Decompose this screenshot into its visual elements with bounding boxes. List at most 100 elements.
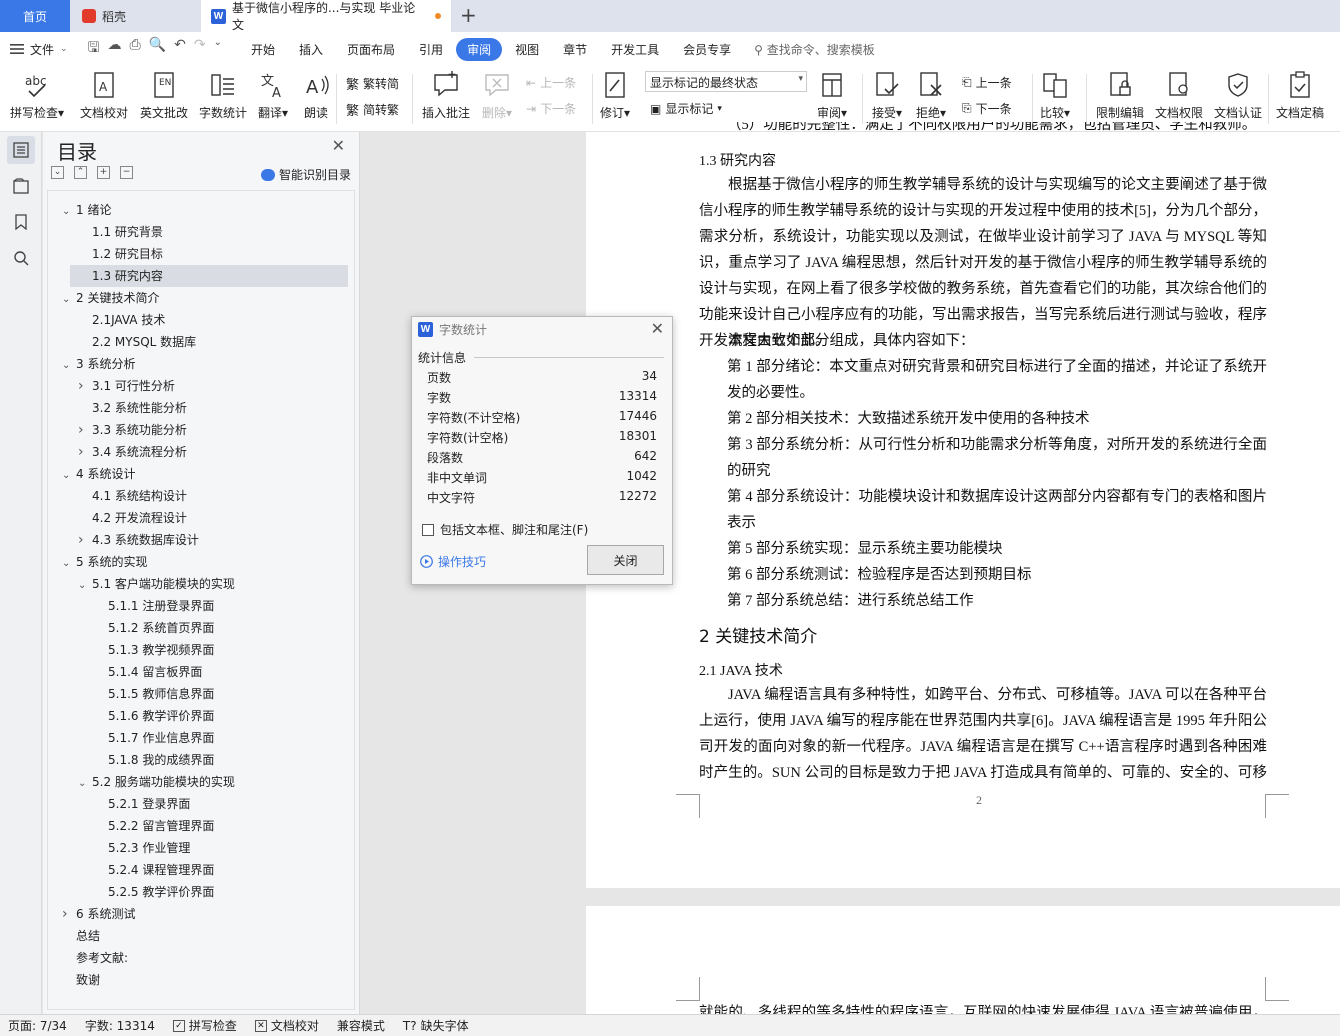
spell-check-status[interactable]: ✓ 拼写检查 bbox=[172, 1017, 237, 1034]
print-preview-icon[interactable]: 🔍 bbox=[149, 37, 166, 61]
navigation-icon[interactable] bbox=[7, 172, 35, 200]
reject-button[interactable]: 拒绝▾ bbox=[916, 70, 946, 121]
close-icon[interactable]: ✕ bbox=[332, 136, 345, 155]
toc-item[interactable]: 5.1.3 教学视频界面 bbox=[48, 639, 214, 661]
toc-item[interactable]: 5.2.4 课程管理界面 bbox=[48, 859, 214, 881]
search-icon[interactable] bbox=[7, 244, 35, 272]
chevron-right-icon[interactable]: › bbox=[78, 529, 92, 551]
chevron-down-icon[interactable]: ⌄ bbox=[62, 289, 76, 311]
toc-item[interactable]: 5.2.2 留言管理界面 bbox=[48, 815, 214, 837]
toc-item[interactable]: 2.1JAVA 技术 bbox=[48, 309, 165, 331]
chevron-down-icon[interactable]: ⌄ bbox=[78, 575, 92, 597]
chevron-down-icon[interactable]: ⌄ bbox=[62, 355, 76, 377]
remove-heading-icon[interactable]: − bbox=[120, 166, 133, 179]
menu-item[interactable]: 视图 bbox=[504, 38, 550, 61]
tab-home[interactable]: 首页 bbox=[0, 0, 70, 32]
word-count-button[interactable]: 字数统计 bbox=[199, 70, 247, 121]
collapse-all-icon[interactable]: ⌄ bbox=[51, 166, 64, 179]
command-search[interactable]: ⚲ 查找命令、搜索模板 bbox=[754, 41, 875, 58]
close-dialog-button[interactable]: 关闭 bbox=[587, 545, 664, 575]
tips-link[interactable]: 操作技巧 bbox=[420, 553, 486, 570]
bookmark-icon[interactable] bbox=[7, 208, 35, 236]
toc-item[interactable]: 5.2.3 作业管理 bbox=[48, 837, 190, 859]
chevron-right-icon[interactable]: › bbox=[62, 903, 76, 925]
show-markup-button[interactable]: ▣ 显示标记 ▾ bbox=[650, 100, 722, 117]
toc-item[interactable]: › 3.1 可行性分析 bbox=[48, 375, 175, 397]
toc-item[interactable]: ⌄ 4 系统设计 bbox=[48, 463, 135, 485]
tab-daoke[interactable]: 稻壳 bbox=[72, 0, 200, 32]
markup-state-select[interactable]: 显示标记的最终状态 ▾ bbox=[645, 71, 807, 92]
toc-item[interactable]: 1.2 研究目标 bbox=[48, 243, 163, 265]
chevron-right-icon[interactable]: › bbox=[78, 419, 92, 441]
compat-mode-status[interactable]: 兼容模式 bbox=[337, 1017, 385, 1034]
toc-item[interactable]: 1.3 研究内容 bbox=[70, 265, 348, 287]
revise-button[interactable]: 修订▾ bbox=[600, 70, 630, 121]
toc-item[interactable]: ⌄ 5.1 客户端功能模块的实现 bbox=[48, 573, 235, 595]
toc-item[interactable]: 4.2 开发流程设计 bbox=[48, 507, 187, 529]
save-icon[interactable]: 🖫 bbox=[88, 37, 100, 61]
menu-item[interactable]: 会员专享 bbox=[672, 38, 742, 61]
redo-icon[interactable]: ↷ bbox=[194, 37, 206, 61]
proof-status[interactable]: ✕ 文档校对 bbox=[254, 1017, 319, 1034]
smart-toc-button[interactable]: 智能识别目录 bbox=[260, 166, 351, 183]
add-heading-icon[interactable]: + bbox=[97, 166, 110, 179]
english-review-button[interactable]: EN 英文批改 bbox=[140, 70, 188, 121]
translate-button[interactable]: 文A 翻译▾ bbox=[258, 70, 288, 121]
restrict-edit-button[interactable]: 限制编辑 bbox=[1096, 70, 1144, 121]
menu-item[interactable]: 章节 bbox=[552, 38, 598, 61]
toc-item[interactable]: ⌄ 3 系统分析 bbox=[48, 353, 135, 375]
toc-item[interactable]: 5.1.5 教师信息界面 bbox=[48, 683, 214, 705]
menu-item[interactable]: 开始 bbox=[240, 38, 286, 61]
chevron-down-icon[interactable]: ⌄ bbox=[62, 553, 76, 575]
menu-item[interactable]: 引用 bbox=[408, 38, 454, 61]
menu-item[interactable]: 开发工具 bbox=[600, 38, 670, 61]
prev-change-button[interactable]: ⎗ 上一条 bbox=[962, 74, 1012, 91]
next-comment-button[interactable]: ⇥ 下一条 bbox=[526, 100, 576, 117]
toc-item[interactable]: 5.2.5 教学评价界面 bbox=[48, 881, 214, 903]
page-indicator[interactable]: 页面: 7/34 bbox=[8, 1017, 67, 1034]
chevron-right-icon[interactable]: › bbox=[78, 375, 92, 397]
toc-item[interactable]: 5.1.6 教学评价界面 bbox=[48, 705, 214, 727]
toc-item[interactable]: 致谢 bbox=[48, 969, 100, 991]
doc-finalize-button[interactable]: 文档定稿 bbox=[1276, 70, 1324, 121]
toc-item[interactable]: › 6 系统测试 bbox=[48, 903, 135, 925]
toc-item[interactable]: ⌄ 5.2 服务端功能模块的实现 bbox=[48, 771, 235, 793]
file-menu[interactable]: 文件 ⌄ bbox=[0, 41, 78, 58]
expand-all-icon[interactable]: ⌃ bbox=[74, 166, 87, 179]
toc-item[interactable]: 4.1 系统结构设计 bbox=[48, 485, 187, 507]
missing-font-status[interactable]: T? 缺失字体 bbox=[403, 1017, 469, 1034]
undo-icon[interactable]: ↶ bbox=[174, 37, 186, 61]
delete-comment-button[interactable]: 删除▾ bbox=[482, 70, 512, 121]
accept-button[interactable]: 接受▾ bbox=[872, 70, 902, 121]
toc-item[interactable]: › 4.3 系统数据库设计 bbox=[48, 529, 199, 551]
toc-item[interactable]: 2.2 MYSQL 数据库 bbox=[48, 331, 196, 353]
word-count-status[interactable]: 字数: 13314 bbox=[85, 1017, 155, 1034]
menu-item[interactable]: 页面布局 bbox=[336, 38, 406, 61]
menu-item[interactable]: 审阅 bbox=[456, 37, 503, 61]
print-icon[interactable]: ⎙ bbox=[130, 37, 141, 61]
simp-to-trad-button[interactable]: 繁 简转繁 bbox=[346, 100, 399, 119]
chevron-down-icon[interactable]: ⌄ bbox=[62, 465, 76, 487]
new-tab-icon[interactable]: + bbox=[460, 3, 477, 27]
cloud-icon[interactable]: ☁ bbox=[108, 37, 122, 61]
menu-item[interactable]: 插入 bbox=[288, 38, 334, 61]
toc-item[interactable]: ⌄ 5 系统的实现 bbox=[48, 551, 147, 573]
toc-panel-icon[interactable] bbox=[7, 136, 35, 164]
doc-certify-button[interactable]: 文档认证 bbox=[1214, 70, 1262, 121]
customize-icon[interactable]: ⌄ bbox=[214, 37, 222, 61]
toc-item[interactable]: 5.1.2 系统首页界面 bbox=[48, 617, 214, 639]
toc-item[interactable]: 5.2.1 登录界面 bbox=[48, 793, 190, 815]
toc-item[interactable]: › 3.4 系统流程分析 bbox=[48, 441, 187, 463]
trad-to-simp-button[interactable]: 繁 繁转简 bbox=[346, 74, 399, 93]
include-textbox-checkbox[interactable]: 包括文本框、脚注和尾注(F) bbox=[422, 521, 588, 538]
toc-item[interactable]: 3.2 系统性能分析 bbox=[48, 397, 187, 419]
toc-item[interactable]: 5.1.8 我的成绩界面 bbox=[48, 749, 214, 771]
review-pane-button[interactable]: 审阅▾ bbox=[817, 70, 847, 121]
toc-item[interactable]: 5.1.4 留言板界面 bbox=[48, 661, 202, 683]
toc-item[interactable]: ⌄ 2 关键技术简介 bbox=[48, 287, 159, 309]
compare-button[interactable]: 比较▾ bbox=[1040, 70, 1070, 121]
toc-item[interactable]: 参考文献: bbox=[48, 947, 128, 969]
tab-document[interactable]: W 基于微信小程序的...与实现 毕业论文 bbox=[201, 0, 451, 32]
toc-item[interactable]: 总结 bbox=[48, 925, 100, 947]
chevron-right-icon[interactable]: › bbox=[78, 441, 92, 463]
